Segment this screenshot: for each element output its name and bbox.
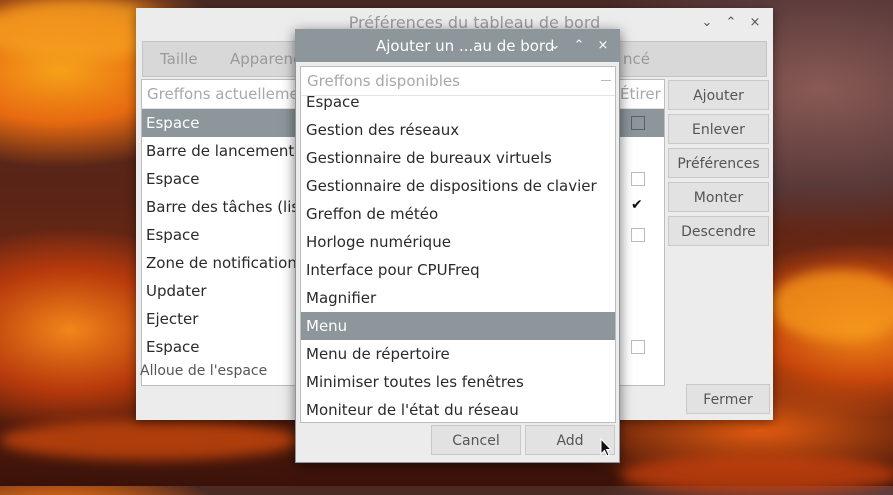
add-button[interactable]: Ajouter: [668, 80, 769, 110]
action-buttons: Ajouter Enlever Préférences Monter Desce…: [668, 80, 769, 250]
add-plugin-dialog: Ajouter un ...au de bord ⌄ ⌃ × Greffons …: [295, 29, 620, 463]
available-plugin-item[interactable]: Gestionnaire de dispositions de clavier: [301, 172, 615, 200]
tab-advanced[interactable]: ncé: [623, 42, 650, 76]
plugin-row-label: Updater: [146, 282, 207, 300]
stretch-checkbox[interactable]: [631, 172, 645, 186]
plugin-list-header-label: Greffons disponibles: [307, 72, 460, 90]
plugin-row-label: Espace: [146, 338, 200, 356]
available-plugin-item[interactable]: Horloge numérique: [301, 228, 615, 256]
plugin-row-label: Ejecter: [146, 310, 199, 328]
move-up-button[interactable]: Monter: [668, 182, 769, 212]
column-resize-icon: [601, 80, 611, 81]
preferences-button[interactable]: Préférences: [668, 148, 769, 178]
available-plugin-item[interactable]: Menu: [301, 312, 615, 340]
dialog-title: Ajouter un ...au de bord: [376, 37, 555, 55]
available-plugin-item[interactable]: Gestionnaire de bureaux virtuels: [301, 144, 615, 172]
stretch-checkbox[interactable]: [631, 116, 645, 130]
status-text: Alloue de l'espace: [140, 363, 268, 379]
plugin-row-label: Barre de lancement d: [146, 142, 309, 160]
stretch-column-header: Étirer: [620, 85, 661, 103]
stretch-checkbox[interactable]: [631, 228, 645, 242]
plugin-row-label: Espace: [146, 114, 200, 132]
available-plugin-item[interactable]: Minimiser toutes les fenêtres: [301, 368, 615, 396]
maximize-icon[interactable]: ⌃: [569, 30, 589, 62]
stretch-checkbox[interactable]: [631, 191, 643, 219]
plugin-row-label: Zone de notification: [146, 254, 297, 272]
plugin-list-header: Greffons disponibles: [301, 67, 615, 96]
wallpaper-cloud: [620, 455, 893, 495]
plugin-row-label: Barre des tâches (liste: [146, 198, 315, 216]
mouse-cursor-icon: [600, 438, 612, 457]
tab-size[interactable]: Taille: [160, 42, 198, 76]
move-down-button[interactable]: Descendre: [668, 216, 769, 246]
available-plugin-item[interactable]: Magnifier: [301, 284, 615, 312]
cancel-button[interactable]: Cancel: [431, 425, 521, 455]
close-icon[interactable]: ×: [593, 30, 613, 62]
close-icon[interactable]: ×: [745, 8, 765, 38]
available-plugin-item[interactable]: Gestion des réseaux: [301, 116, 615, 144]
minimize-icon[interactable]: ⌄: [697, 8, 717, 38]
wallpaper-cloud: [770, 270, 893, 340]
stretch-checkbox[interactable]: [631, 340, 645, 354]
available-plugin-item[interactable]: Greffon de météo: [301, 200, 615, 228]
available-plugin-item[interactable]: Moniteur de l'état du réseau: [301, 396, 615, 422]
maximize-icon[interactable]: ⌃: [721, 8, 741, 38]
available-plugin-item[interactable]: Menu de répertoire: [301, 340, 615, 368]
minimize-icon[interactable]: ⌄: [545, 30, 565, 62]
wallpaper-cloud: [0, 420, 300, 460]
available-plugin-item[interactable]: Interface pour CPUFreq: [301, 256, 615, 284]
remove-button[interactable]: Enlever: [668, 114, 769, 144]
available-plugins-list[interactable]: Greffons disponibles Espace Gestion des r…: [300, 66, 616, 423]
plugin-row-label: Espace: [146, 170, 200, 188]
list-header-label: Greffons actuellement: [147, 85, 315, 103]
plugin-row-label: Espace: [146, 226, 200, 244]
close-button[interactable]: Fermer: [686, 384, 770, 414]
dialog-titlebar[interactable]: Ajouter un ...au de bord ⌄ ⌃ ×: [296, 30, 619, 62]
